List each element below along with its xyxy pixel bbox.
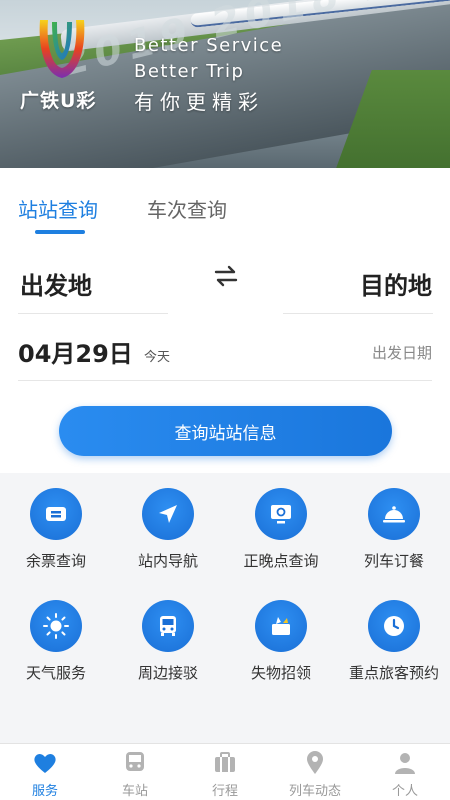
nav-label: 车站	[121, 784, 148, 799]
sun-icon	[30, 600, 82, 652]
search-card: 站站查询 车次查询 出发地 目的地 04月29日 今天 出发日期 查询站站信息	[0, 168, 450, 473]
nav-station[interactable]: 车站	[90, 744, 180, 800]
from-divider	[18, 313, 168, 314]
lost-found-icon	[255, 600, 307, 652]
slogan-line-2: Better Trip	[134, 61, 245, 82]
service-ticket-query[interactable]: 余票查询	[0, 473, 112, 573]
train-icon	[126, 752, 144, 771]
query-station-button[interactable]: 查询站站信息	[59, 406, 392, 456]
nav-train-status[interactable]: 列车动态	[270, 744, 360, 800]
nav-label: 列车动态	[288, 784, 341, 799]
slogan-line-1: Better Service	[134, 35, 284, 56]
service-label: 余票查询	[25, 552, 86, 570]
service-delay-query[interactable]: 正晚点查询	[225, 473, 337, 573]
arrival-station[interactable]: 目的地	[360, 266, 432, 301]
clock-icon	[368, 600, 420, 652]
date-label: 出发日期	[371, 344, 432, 362]
nav-label: 个人	[391, 784, 418, 799]
service-label: 周边接驳	[137, 664, 198, 682]
service-label: 列车订餐	[363, 552, 424, 570]
nav-label: 服务	[31, 784, 58, 799]
to-divider	[283, 313, 433, 314]
query-tabs: 站站查询 车次查询	[0, 168, 450, 238]
promo-banner[interactable]: 2019 2018 2017 2016 广铁U彩 Better Service …	[0, 0, 450, 168]
nav-service[interactable]: 服务	[0, 744, 90, 800]
date-row[interactable]: 04月29日 今天 出发日期	[0, 328, 450, 378]
station-row: 出发地 目的地	[0, 256, 450, 316]
service-station-navigation[interactable]: 站内导航	[112, 473, 224, 573]
suitcase-icon	[215, 752, 235, 772]
service-weather[interactable]: 天气服务	[0, 585, 112, 685]
active-tab-indicator	[35, 230, 85, 234]
cloche-icon	[368, 488, 420, 540]
nav-label: 行程	[211, 784, 238, 799]
service-priority-passenger[interactable]: 重点旅客预约	[338, 585, 450, 685]
nav-profile[interactable]: 个人	[360, 744, 450, 800]
bus-icon	[142, 600, 194, 652]
service-grid: 余票查询 站内导航 正晚点查询 列车订餐 天气服务 周边接驳 失物招领 重点旅客…	[0, 473, 450, 743]
departure-station[interactable]: 出发地	[20, 266, 92, 301]
logo-text: 广铁U彩	[20, 90, 97, 112]
service-label: 失物招领	[250, 664, 311, 682]
logo-icon	[39, 20, 85, 78]
today-tag: 今天	[144, 350, 171, 365]
ticket-icon	[30, 488, 82, 540]
monitor-icon	[255, 488, 307, 540]
service-label: 重点旅客预约	[348, 664, 439, 682]
service-label: 正晚点查询	[243, 552, 319, 570]
swap-stations-icon[interactable]	[212, 262, 240, 290]
location-pin-icon	[307, 751, 323, 774]
tab-train-query[interactable]: 车次查询	[147, 194, 227, 223]
tab-station-query[interactable]: 站站查询	[18, 194, 98, 223]
service-meal-order[interactable]: 列车订餐	[338, 473, 450, 573]
person-icon	[395, 753, 415, 774]
service-label: 天气服务	[25, 664, 86, 682]
service-shuttle[interactable]: 周边接驳	[112, 585, 224, 685]
service-lost-found[interactable]: 失物招领	[225, 585, 337, 685]
slogan-line-3: 有你更精彩	[134, 90, 264, 114]
bottom-nav: 服务 车站 行程 列车动态 个人	[0, 743, 450, 800]
departure-date[interactable]: 04月29日	[18, 334, 133, 369]
service-label: 站内导航	[137, 552, 198, 570]
date-divider	[18, 380, 432, 381]
heart-icon	[34, 754, 56, 773]
navigation-icon	[142, 488, 194, 540]
nav-trip[interactable]: 行程	[180, 744, 270, 800]
